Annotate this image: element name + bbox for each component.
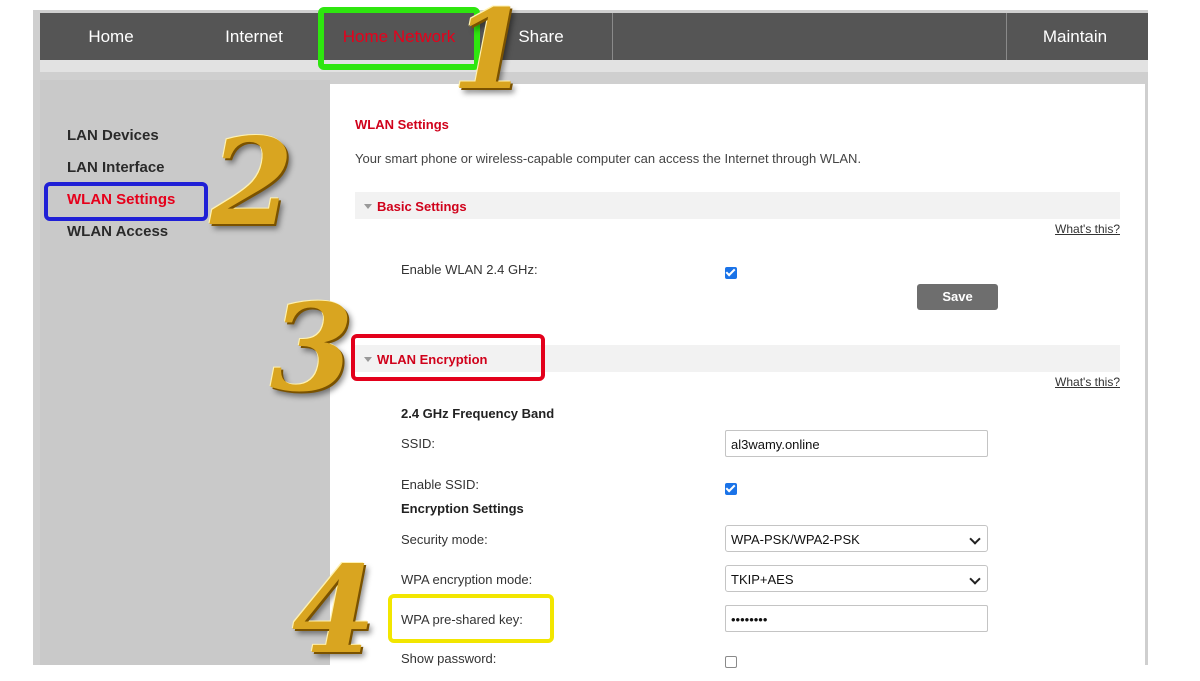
ssid-input[interactable]: al3wamy.online [725, 430, 988, 457]
step4-highlight-box [388, 594, 554, 643]
page-title: WLAN Settings [355, 117, 449, 132]
sidebar-item-lan-devices[interactable]: LAN Devices [67, 127, 159, 144]
show-password-label: Show password: [401, 651, 497, 666]
page-description: Your smart phone or wireless-capable com… [355, 151, 862, 166]
nav-internet[interactable]: Internet [204, 13, 304, 60]
save-button[interactable]: Save [917, 284, 998, 310]
chevron-down-icon [969, 533, 981, 545]
nav-shadow [40, 60, 1148, 72]
wpa-encryption-mode-value: TKIP+AES [731, 572, 794, 587]
show-password-checkbox[interactable] [725, 656, 737, 668]
whats-this-link[interactable]: What's this? [1055, 222, 1120, 236]
top-navigation: Home Internet Home Network Share Maintai… [40, 13, 1148, 60]
nav-maintain[interactable]: Maintain [1020, 13, 1130, 60]
enable-ssid-checkbox[interactable] [725, 483, 737, 495]
enable-ssid-label: Enable SSID: [401, 477, 480, 492]
security-mode-value: WPA-PSK/WPA2-PSK [731, 532, 860, 547]
collapse-triangle-icon [364, 204, 372, 209]
step-number-4: 4 [292, 540, 376, 681]
step-number-1: 1 [452, 0, 529, 114]
frequency-band-heading: 2.4 GHz Frequency Band [401, 406, 555, 421]
sidebar-item-wlan-access[interactable]: WLAN Access [67, 223, 168, 240]
security-mode-label: Security mode: [401, 532, 488, 547]
step-number-3: 3 [270, 278, 354, 419]
whats-this-link[interactable]: What's this? [1055, 375, 1120, 389]
wpa-encryption-mode-label: WPA encryption mode: [401, 572, 533, 587]
chevron-down-icon [969, 573, 981, 585]
step3-highlight-box [351, 334, 545, 381]
security-mode-select[interactable]: WPA-PSK/WPA2-PSK [725, 525, 988, 552]
enable-wlan-label: Enable WLAN 2.4 GHz: [401, 262, 538, 277]
nav-home[interactable]: Home [60, 13, 162, 60]
enable-wlan-checkbox[interactable] [725, 267, 737, 279]
step-number-2: 2 [210, 112, 294, 253]
wpa-encryption-mode-select[interactable]: TKIP+AES [725, 565, 988, 592]
basic-settings-header[interactable]: Basic Settings [355, 192, 1120, 219]
nav-divider [612, 13, 613, 60]
ssid-label: SSID: [401, 436, 435, 451]
sidebar-item-lan-interface[interactable]: LAN Interface [67, 159, 165, 176]
section-title: Basic Settings [377, 199, 467, 214]
step2-highlight-box [44, 182, 208, 221]
nav-divider [1006, 13, 1007, 60]
encryption-settings-heading: Encryption Settings [401, 501, 524, 516]
wpa-pre-shared-key-input[interactable]: •••••••• [725, 605, 988, 632]
